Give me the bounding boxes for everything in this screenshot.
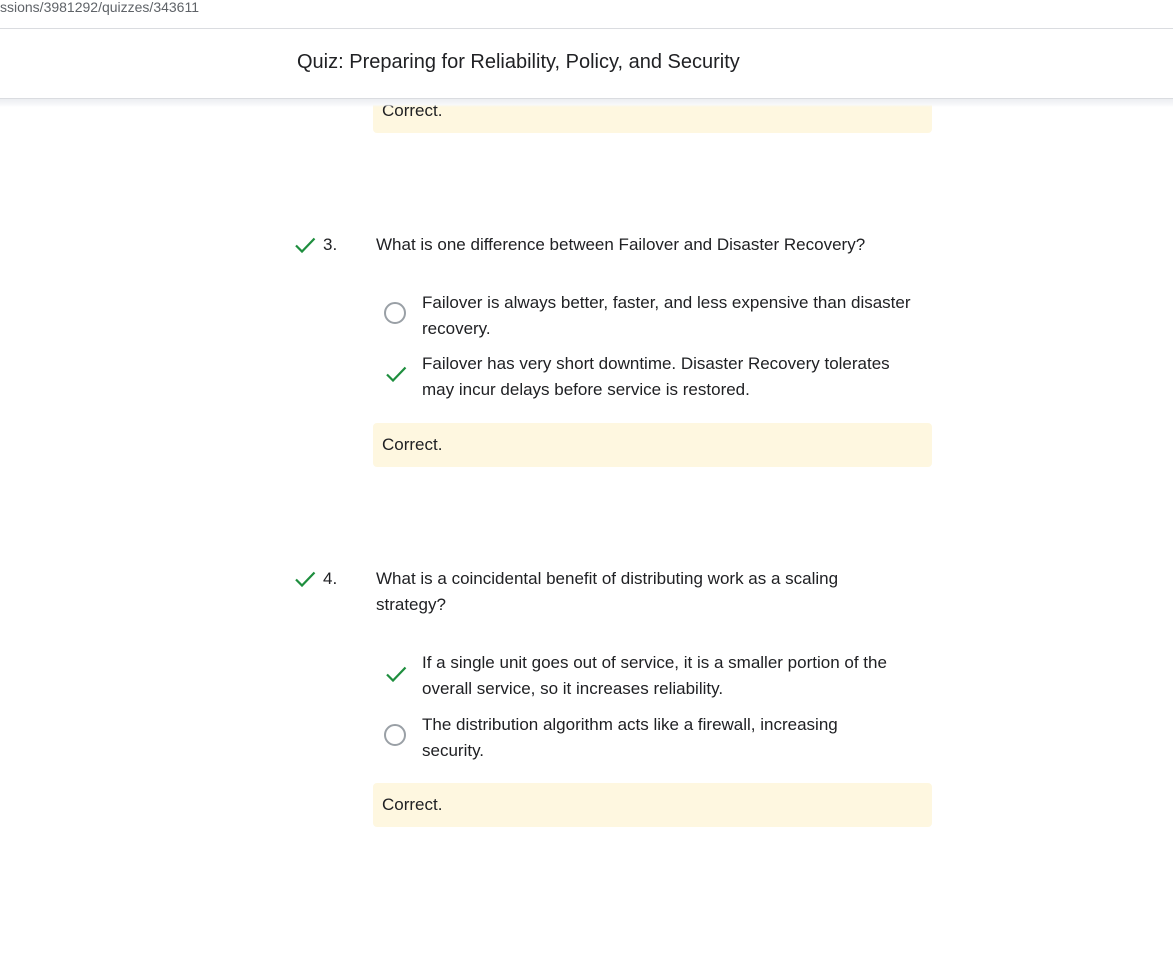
quiz-content[interactable]: Correct. 3. What is one difference betwe…	[0, 99, 1173, 964]
option-text[interactable]: The distribution algorithm acts like a f…	[422, 712, 937, 764]
check-icon	[385, 364, 407, 384]
check-icon	[294, 569, 316, 589]
radio-button[interactable]	[384, 302, 406, 324]
check-icon	[294, 235, 316, 255]
option-text-line: Failover is always better, faster, and l…	[422, 293, 911, 312]
option-text-line: security.	[422, 741, 485, 760]
question-text: What is one difference between Failover …	[376, 235, 866, 254]
question-text-line: What is a coincidental benefit of distri…	[376, 569, 839, 588]
question-number: 3.	[323, 235, 338, 254]
feedback-box: Correct.	[373, 783, 932, 827]
option-text[interactable]: Failover has very short downtime. Disast…	[422, 351, 937, 403]
quiz-header: Quiz: Preparing for Reliability, Policy,…	[0, 29, 1173, 99]
option-text-line: Failover has very short downtime. Disast…	[422, 354, 890, 373]
check-icon	[385, 664, 407, 684]
option-text-line: If a single unit goes out of service, it…	[422, 653, 887, 672]
question-text: What is a coincidental benefit of distri…	[376, 566, 916, 618]
option-text-line: may incur delays before service is resto…	[422, 380, 750, 399]
question-number: 4.	[323, 569, 338, 588]
browser-url-bar[interactable]: ssions/3981292/quizzes/343611	[0, 0, 1173, 29]
radio-button[interactable]	[384, 724, 406, 746]
feedback-box: Correct.	[373, 423, 932, 467]
option-text-line: overall service, so it increases reliabi…	[422, 679, 724, 698]
feedback-text: Correct.	[382, 435, 443, 454]
page-title: Quiz: Preparing for Reliability, Policy,…	[297, 51, 740, 73]
option-text[interactable]: Failover is always better, faster, and l…	[422, 290, 937, 342]
question-text-line: strategy?	[376, 595, 446, 614]
option-text-line: The distribution algorithm acts like a f…	[422, 715, 838, 734]
url-text[interactable]: ssions/3981292/quizzes/343611	[0, 0, 199, 15]
option-text[interactable]: If a single unit goes out of service, it…	[422, 650, 937, 702]
feedback-text: Correct.	[382, 795, 443, 814]
header-shadow	[0, 99, 1173, 107]
option-text-line: recovery.	[422, 319, 491, 338]
